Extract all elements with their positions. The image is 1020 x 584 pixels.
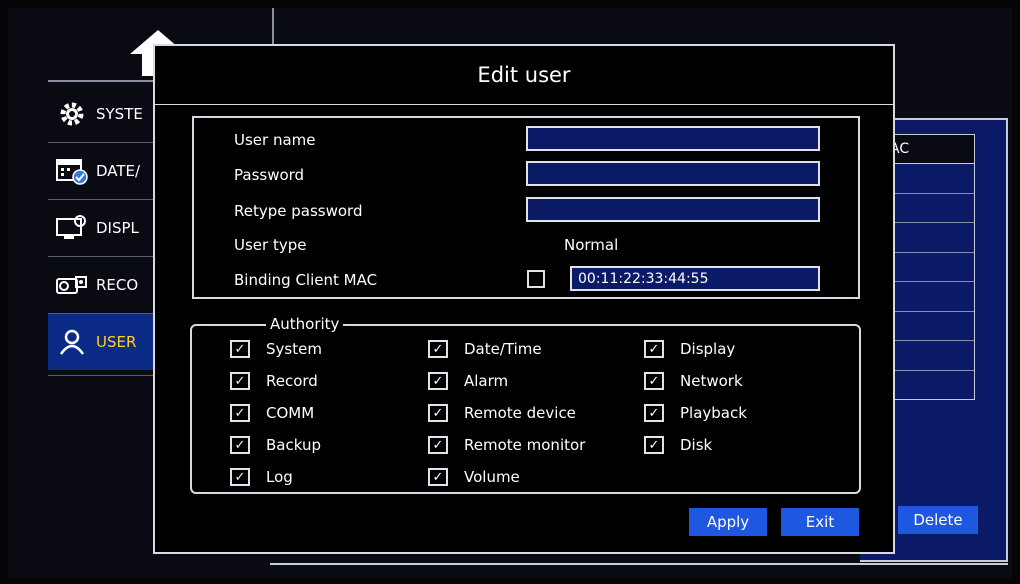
gear-icon: [60, 102, 84, 126]
authority-label: Display: [680, 340, 736, 358]
user-icon: [59, 329, 85, 355]
authority-label: Date/Time: [464, 340, 542, 358]
check-icon[interactable]: ✓: [230, 340, 250, 358]
check-icon[interactable]: ✓: [230, 468, 250, 486]
check-icon[interactable]: ✓: [230, 404, 250, 422]
authority-legend: Authority: [266, 315, 344, 333]
authority-log[interactable]: ✓ Log: [230, 468, 293, 486]
authority-label: Record: [266, 372, 318, 390]
sidebar: SYSTE DATE/ DISPL RECO USER: [48, 86, 158, 370]
check-icon[interactable]: ✓: [644, 436, 664, 454]
authority-alarm[interactable]: ✓ Alarm: [428, 372, 508, 390]
sidebar-item-user[interactable]: USER: [48, 314, 158, 370]
binding-mac-label: Binding Client MAC: [234, 271, 378, 289]
user-name-label: User name: [234, 131, 316, 149]
authority-display[interactable]: ✓ Display: [644, 340, 735, 358]
password-field[interactable]: [526, 161, 820, 186]
authority-comm[interactable]: ✓ COMM: [230, 404, 314, 422]
authority-network[interactable]: ✓ Network: [644, 372, 743, 390]
sidebar-item-label: DATE/: [96, 162, 141, 180]
authority-label: Backup: [266, 436, 321, 454]
authority-playback[interactable]: ✓ Playback: [644, 404, 747, 422]
sidebar-item-system[interactable]: SYSTE: [48, 86, 158, 143]
monitor-icon: [56, 215, 86, 239]
sidebar-item-display[interactable]: DISPL: [48, 200, 158, 257]
password-label: Password: [234, 166, 305, 184]
authority-label: System: [266, 340, 322, 358]
retype-password-field[interactable]: [526, 197, 820, 222]
authority-date-time[interactable]: ✓ Date/Time: [428, 340, 542, 358]
sidebar-item-label: RECO: [96, 276, 139, 294]
sidebar-item-date[interactable]: DATE/: [48, 143, 158, 200]
sidebar-item-label: USER: [96, 333, 137, 351]
authority-volume[interactable]: ✓ Volume: [428, 468, 520, 486]
authority-remote-device[interactable]: ✓ Remote device: [428, 404, 576, 422]
authority-record[interactable]: ✓ Record: [230, 372, 318, 390]
authority-label: Remote monitor: [464, 436, 586, 454]
divider: [272, 8, 274, 48]
authority-label: Alarm: [464, 372, 509, 390]
check-icon[interactable]: ✓: [230, 372, 250, 390]
user-name-field[interactable]: [526, 126, 820, 151]
divider: [48, 375, 158, 376]
sidebar-item-record[interactable]: RECO: [48, 257, 158, 314]
check-icon[interactable]: ✓: [428, 468, 448, 486]
apply-button[interactable]: Apply: [689, 508, 767, 536]
authority-label: Playback: [680, 404, 747, 422]
check-icon[interactable]: ✓: [428, 340, 448, 358]
check-icon[interactable]: ✓: [428, 372, 448, 390]
retype-password-label: Retype password: [234, 202, 363, 220]
check-icon[interactable]: ✓: [644, 340, 664, 358]
sidebar-item-label: DISPL: [96, 219, 139, 237]
check-icon[interactable]: ✓: [230, 436, 250, 454]
authority-label: COMM: [266, 404, 315, 422]
authority-label: Network: [680, 372, 743, 390]
authority-label: Volume: [464, 468, 520, 486]
check-icon[interactable]: ✓: [644, 372, 664, 390]
authority-disk[interactable]: ✓ Disk: [644, 436, 712, 454]
check-icon[interactable]: ✓: [644, 404, 664, 422]
sidebar-item-label: SYSTE: [96, 105, 143, 123]
authority-label: Disk: [680, 436, 713, 454]
authority-group: Authority ✓ System ✓ Record ✓ COMM ✓ Bac…: [190, 315, 861, 494]
check-icon[interactable]: ✓: [428, 404, 448, 422]
authority-remote-monitor[interactable]: ✓ Remote monitor: [428, 436, 585, 454]
dialog-title: Edit user: [155, 46, 893, 105]
user-form: User name Password Retype password User …: [192, 116, 860, 299]
edit-user-dialog: Edit user User name Password Retype pass…: [153, 44, 895, 554]
calendar-icon: [56, 159, 88, 185]
camera-icon: [56, 276, 87, 294]
authority-backup[interactable]: ✓ Backup: [230, 436, 321, 454]
check-icon[interactable]: ✓: [428, 436, 448, 454]
authority-system[interactable]: ✓ System: [230, 340, 322, 358]
authority-label: Log: [266, 468, 293, 486]
exit-button[interactable]: Exit: [781, 508, 859, 536]
user-type-label: User type: [234, 236, 307, 254]
delete-button[interactable]: Delete: [898, 506, 978, 534]
binding-mac-checkbox[interactable]: [527, 270, 545, 288]
divider: [48, 80, 156, 82]
divider: [270, 563, 1008, 565]
mac-address-field[interactable]: [570, 266, 820, 291]
user-type-select[interactable]: Normal: [564, 236, 618, 254]
authority-label: Remote device: [464, 404, 576, 422]
